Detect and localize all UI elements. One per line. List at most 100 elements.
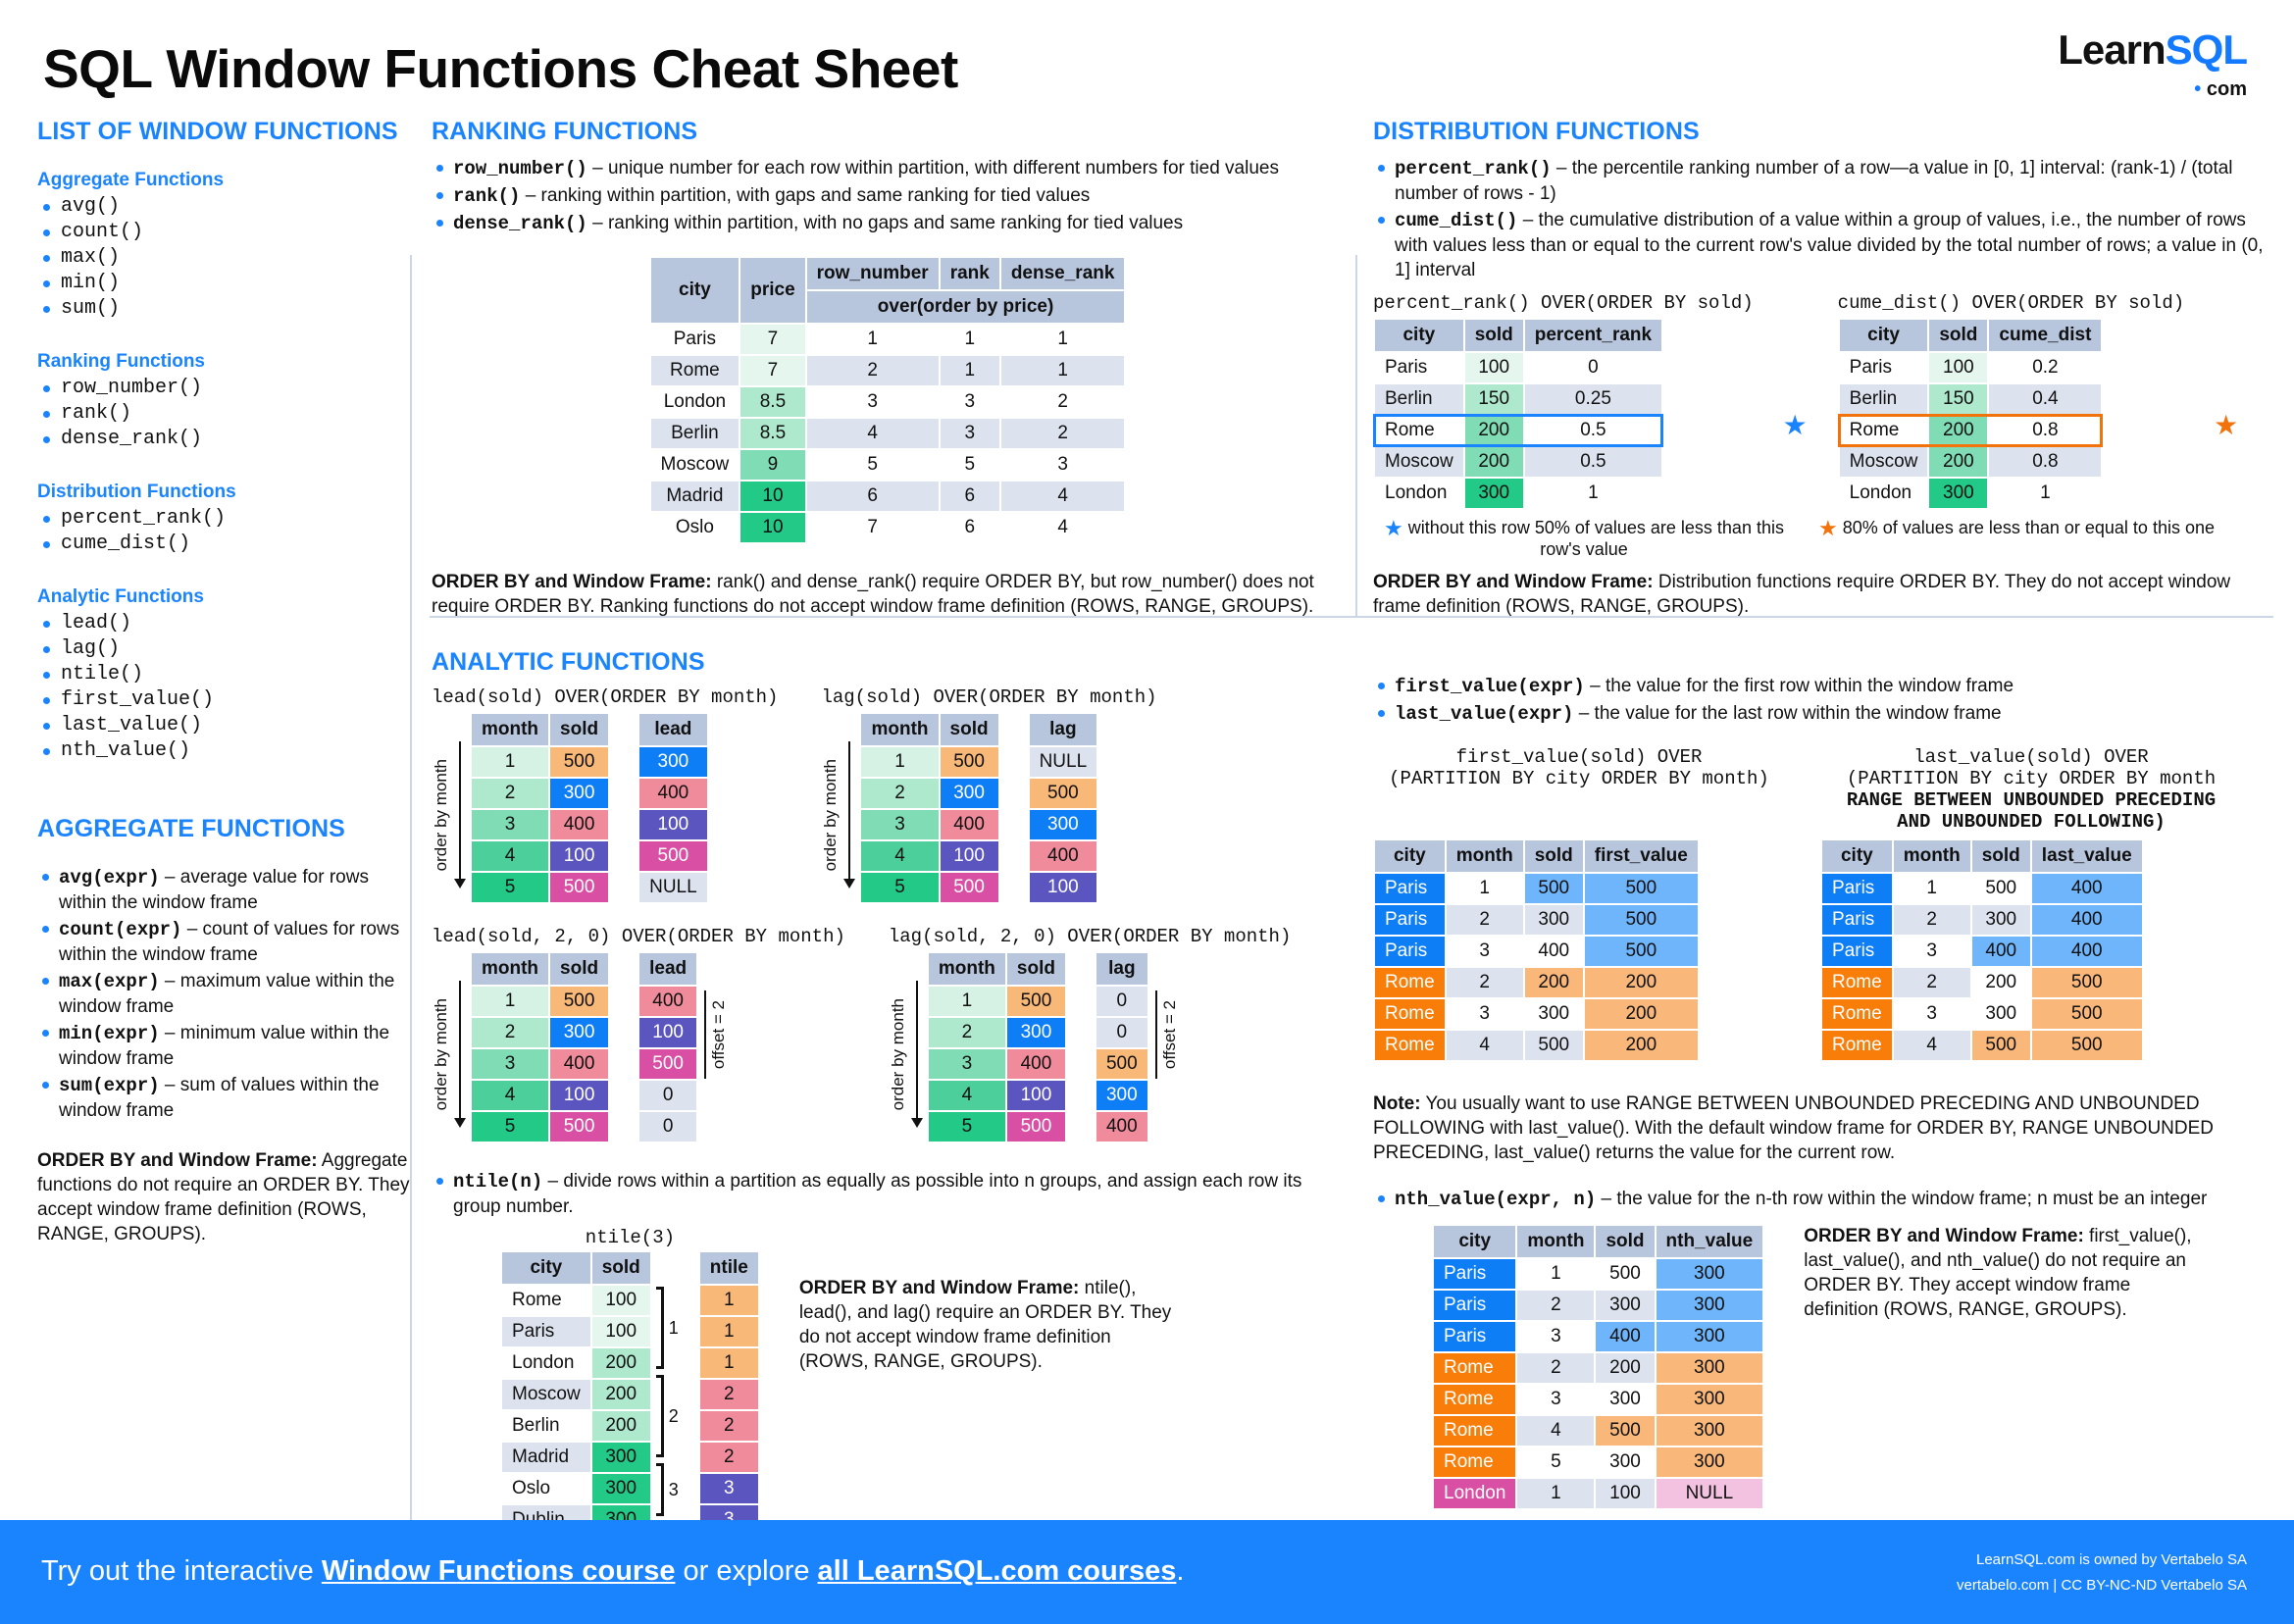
last-value-caption-1: last_value(sold) OVER [1913, 746, 2149, 768]
ranking-fn-desc: – unique number for each row within part… [586, 158, 1279, 178]
column-header: month [1893, 840, 1970, 872]
table-row: Rome 3 300 300 [1434, 1385, 1763, 1414]
function-name-item: sum() [37, 296, 410, 322]
table-row: 1 500 [472, 747, 609, 777]
nth-value-function-item: nth_value(expr, n) – the value for the n… [1373, 1187, 2266, 1212]
column-header: percent_rank [1524, 320, 1662, 351]
column-header: month [861, 714, 939, 745]
cell-nth-value: 300 [1656, 1259, 1763, 1289]
table-row: Berlin 200 [502, 1411, 650, 1441]
cell-output: 100 [1029, 873, 1097, 902]
cell-city: Paris [1375, 937, 1445, 966]
function-name-item: avg() [37, 194, 410, 220]
cell-sold: 500 [1006, 1112, 1065, 1142]
cell-first-value: 200 [1584, 968, 1698, 997]
input-table: month sold 1 500 2 300 3 400 4 100 5 500 [859, 712, 999, 904]
list-item: nth_value(expr, n) – the value for the n… [1373, 1187, 2266, 1212]
table-row: Rome 3 300 200 [1375, 999, 1698, 1029]
order-axis-arrow [454, 741, 466, 888]
cell-city: London [1375, 479, 1463, 508]
cell-month: 5 [861, 873, 939, 902]
output-table: lag 0 0 500 300 400 [1095, 951, 1149, 1143]
distribution-order-note: ORDER BY and Window Frame: Distribution … [1373, 570, 2266, 619]
cell-city: Moscow [1375, 447, 1463, 477]
cell-city: Rome [1839, 416, 1928, 445]
aggregate-order-note: ORDER BY and Window Frame: Aggregate fun… [37, 1148, 410, 1246]
table-header-row: lead [639, 714, 707, 745]
cell-percent-rank: 0.25 [1524, 384, 1662, 414]
cell-last-value: 500 [2031, 1031, 2142, 1060]
table-row: 300 [1096, 1081, 1147, 1110]
column-header: first_value [1584, 840, 1698, 872]
column-header: city [1839, 320, 1928, 351]
table-row: 5 500 [472, 1112, 609, 1142]
aggregate-fn-name: count(expr) [59, 919, 182, 940]
cell-percent-rank: 0 [1524, 353, 1662, 382]
function-name-list: lead() lag() ntile() first_value() last_valu… [37, 611, 410, 764]
ranking-fn-name: dense_rank() [453, 213, 587, 234]
cell-row-number: 3 [806, 387, 939, 417]
cell-output: 300 [1096, 1081, 1147, 1110]
cell-month: 2 [1446, 905, 1523, 935]
last-value-caption-4: AND UNBOUNDED FOLLOWING) [1897, 811, 2166, 833]
value-fn-desc: – the value for the last row within the … [1573, 703, 2002, 724]
column-header: month [1446, 840, 1523, 872]
footer-link-all-courses[interactable]: all LearnSQL.com courses [818, 1555, 1177, 1587]
cell-sold: 300 [1971, 999, 2030, 1029]
distribution-note-label: ORDER BY and Window Frame: [1373, 572, 1654, 592]
cell-sold: 400 [1006, 1049, 1065, 1079]
table-row: Rome 3 300 500 [1822, 999, 2142, 1029]
function-name-item: lead() [37, 611, 410, 636]
example-body: order by month month sold 1 500 2 300 3 400 4 100 5… [432, 951, 845, 1143]
cell-sold: 500 [1524, 874, 1583, 903]
table-row: Paris 2 300 500 [1375, 905, 1698, 935]
column-header: month [928, 953, 1005, 985]
cell-sold: 500 [1006, 987, 1065, 1016]
table-header-row: lead [639, 953, 697, 985]
cell-sold: 300 [1596, 1291, 1655, 1320]
cell-row-number: 4 [806, 419, 939, 448]
footer-text-before: Try out the interactive [41, 1555, 322, 1587]
analytic-right-note-label: ORDER BY and Window Frame: [1804, 1226, 2084, 1246]
cell-first-value: 200 [1584, 999, 1698, 1029]
cell-first-value: 500 [1584, 874, 1698, 903]
table-header-row: city sold [502, 1252, 650, 1284]
footer-cta: Try out the interactive Window Functions… [41, 1555, 1184, 1588]
table-row: 0 [639, 1112, 697, 1142]
distribution-heading: DISTRIBUTION FUNCTIONS [1373, 118, 1700, 145]
lead-example-2: lead(sold, 2, 0) OVER(ORDER BY month) ord… [432, 926, 845, 1143]
logo-dot-icon: • [2194, 78, 2202, 100]
column-header: sold [1596, 1226, 1655, 1257]
column-header: dense_rank [1000, 258, 1125, 289]
footer-link-window-functions-course[interactable]: Window Functions course [322, 1555, 676, 1587]
cell-nth-value: 300 [1656, 1447, 1763, 1477]
table-row: 400 [1096, 1112, 1147, 1142]
sidebar: LIST OF WINDOW FUNCTIONS Aggregate Funct… [37, 118, 410, 1246]
analytic-mid-note-label: ORDER BY and Window Frame: [798, 1278, 1080, 1298]
example-body: order by month month sold 1 500 2 300 3 400 4 100 5… [821, 712, 1156, 904]
cell-city: Berlin [1839, 384, 1928, 414]
cell-sold: 500 [550, 1112, 609, 1142]
column-header: sold [550, 953, 609, 985]
table-row: Berlin 150 0.4 [1839, 384, 2102, 414]
star-legend-row: ★ without this row 50% of values are les… [1373, 518, 2266, 560]
list-item: count(expr) – count of values for rows w… [37, 917, 410, 967]
order-axis-label: order by month [432, 758, 450, 872]
table-row: 5 500 [472, 873, 609, 902]
column-header: lead [639, 953, 697, 985]
cell-month: 2 [1446, 968, 1523, 997]
cell-sold: 200 [1971, 968, 2030, 997]
right-column: DISTRIBUTION FUNCTIONS percent_rank() – … [1372, 118, 2266, 1510]
table-row: Rome 4 500 300 [1434, 1416, 1763, 1446]
cell-dense-rank: 4 [1000, 482, 1125, 511]
logo-learn-text: Learn [2058, 26, 2166, 73]
column-header: lead [639, 714, 707, 745]
cell-rank: 3 [940, 387, 999, 417]
cell-sold: 200 [1464, 416, 1523, 445]
column-header: nth_value [1656, 1226, 1763, 1257]
cell-sold: 500 [940, 873, 998, 902]
learnsql-logo: LearnSQL • com [2058, 26, 2248, 101]
first-value-caption-2: (PARTITION BY city ORDER BY month) [1389, 768, 1769, 789]
star-blue-wrap: ★ [1783, 292, 1809, 510]
distribution-fn-desc: – the cumulative distribution of a value… [1395, 210, 2264, 280]
